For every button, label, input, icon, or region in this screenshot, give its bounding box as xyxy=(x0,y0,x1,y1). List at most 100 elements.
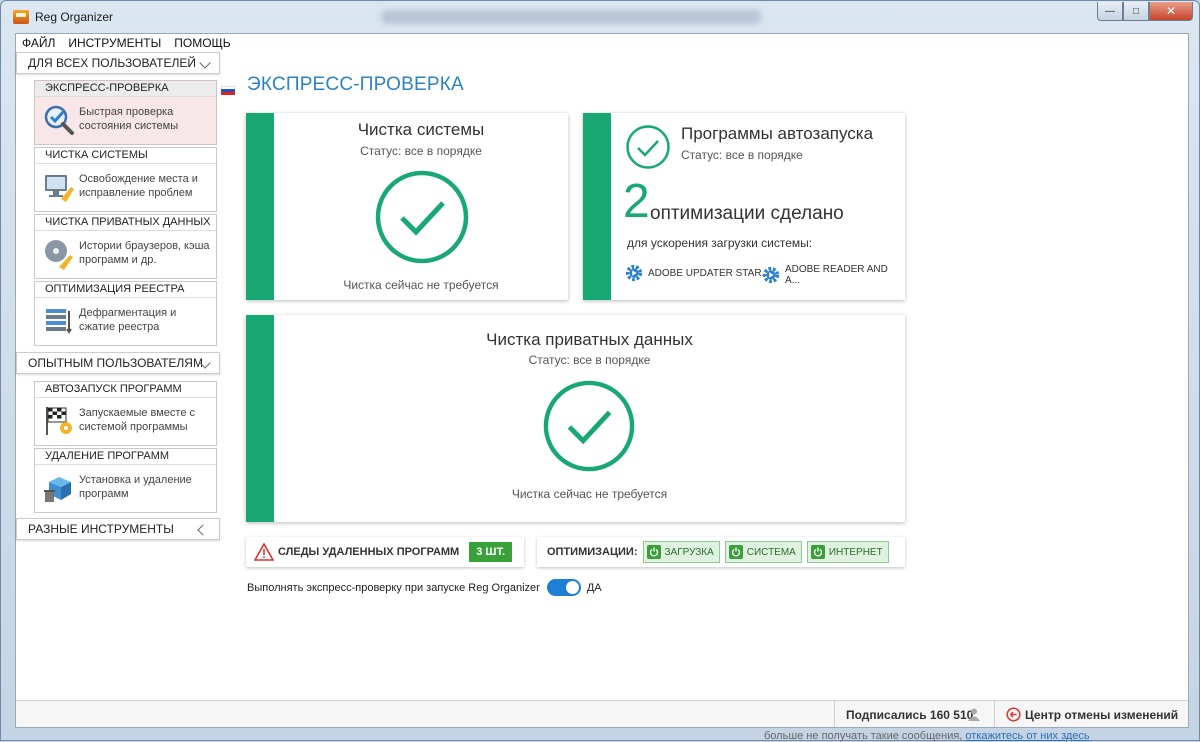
blurred-background-title xyxy=(381,10,761,24)
box-trash-icon xyxy=(44,477,71,502)
card-accent-stripe xyxy=(246,113,274,300)
express-check-on-start-row: Выполнять экспресс-проверку при запуске … xyxy=(247,579,602,596)
sidebar-item-uninstall[interactable]: Удаление программ Установка и удаление п… xyxy=(34,448,217,513)
background-window-text: больше не получать такие сообщения, отка… xyxy=(764,730,1090,742)
undo-center-button[interactable]: Центр отмены изменений xyxy=(1025,708,1178,722)
title-bar[interactable]: Reg Organizer — □ ✕ xyxy=(1,1,1199,33)
warning-icon xyxy=(254,543,274,561)
power-icon xyxy=(728,545,743,559)
card-system-cleanup[interactable]: Чистка системы Статус: все в порядке Чис… xyxy=(246,113,568,300)
optimizations-count: 2 xyxy=(623,175,650,228)
optimization-label: ЗАГРУЗКА xyxy=(664,546,714,558)
registry-icon xyxy=(46,309,72,334)
card-accent-stripe xyxy=(583,113,611,300)
group-expert-users[interactable]: ОПЫТНЫМ ПОЛЬЗОВАТЕЛЯМ xyxy=(16,352,220,374)
tool-title: Экспресс-проверка xyxy=(35,81,216,97)
card-footer: Чистка сейчас не требуется xyxy=(511,487,668,501)
close-button[interactable]: ✕ xyxy=(1149,2,1193,21)
undo-icon xyxy=(1006,707,1021,722)
optimization-internet-button[interactable]: ИНТЕРНЕТ xyxy=(806,541,889,563)
card-title: Чистка приватных данных xyxy=(486,330,693,349)
task-name: ADOBE READER AND A... xyxy=(785,264,888,286)
check-circle-icon xyxy=(543,380,635,472)
flag-gear-icon xyxy=(46,407,72,435)
tool-title: Чистка приватных данных xyxy=(35,215,216,231)
app-window: Reg Organizer — □ ✕ ФАЙЛ ИНСТРУМЕНТЫ ПОМ… xyxy=(0,0,1200,741)
broom-monitor-icon xyxy=(45,175,74,202)
group-misc-tools[interactable]: РАЗНЫЕ ИНСТРУМЕНТЫ xyxy=(16,518,220,540)
leftovers-label: СЛЕДЫ УДАЛЕННЫХ ПРОГРАММ xyxy=(278,546,460,558)
magnifier-check-icon xyxy=(44,105,74,135)
tool-title: Оптимизация реестра xyxy=(35,282,216,298)
app-logo-icon xyxy=(13,10,29,24)
card-status: Статус: все в порядке xyxy=(528,353,651,367)
subscribers-count[interactable]: Подписались 160 510 xyxy=(846,708,973,722)
optimization-boot-button[interactable]: ЗАГРУЗКА xyxy=(642,541,720,563)
express-check-on-start-toggle[interactable] xyxy=(546,579,581,596)
optimizations-subtitle: для ускорения загрузки системы: xyxy=(627,236,813,250)
group-label: ОПЫТНЫМ ПОЛЬЗОВАТЕЛЯМ xyxy=(28,356,203,370)
broom-disk-icon xyxy=(45,240,73,270)
check-circle-icon xyxy=(375,170,469,264)
optimization-label: СИСТЕМА xyxy=(746,546,796,558)
window-title: Reg Organizer xyxy=(35,10,114,24)
sidebar-item-registry-optimization[interactable]: Оптимизация реестра Дефрагментация и сжа… xyxy=(34,281,217,346)
background-text: больше не получать такие сообщения, xyxy=(764,730,963,742)
menu-bar: ФАЙЛ ИНСТРУМЕНТЫ ПОМОЩЬ xyxy=(16,34,1188,52)
autorun-task-item[interactable]: ADOBE UPDATER STAR... xyxy=(625,264,770,282)
toggle-value: ДА xyxy=(586,581,602,594)
card-title: Программы автозапуска xyxy=(681,124,874,143)
express-check-on-start-label: Выполнять экспресс-проверку при запуске … xyxy=(247,581,540,594)
maximize-button[interactable]: □ xyxy=(1123,2,1149,21)
power-icon xyxy=(810,545,825,559)
optimizations-done-label: оптимизации сделано xyxy=(650,203,844,224)
sidebar: ДЛЯ ВСЕХ ПОЛЬЗОВАТЕЛЕЙ Экспресс-проверка… xyxy=(16,52,222,729)
card-footer: Чистка сейчас не требуется xyxy=(343,278,499,292)
tool-description: Истории браузеров, кэша программ и др. xyxy=(79,240,210,266)
power-icon xyxy=(646,545,661,559)
minimize-button[interactable]: — xyxy=(1097,2,1123,21)
sidebar-item-autorun[interactable]: Автозапуск программ Запускаемые вместе с… xyxy=(34,381,217,446)
card-accent-stripe xyxy=(246,315,274,522)
group-all-users[interactable]: ДЛЯ ВСЕХ ПОЛЬЗОВАТЕЛЕЙ xyxy=(16,52,220,74)
status-bar: Подписались 160 510 Центр отмены изменен… xyxy=(16,700,1188,727)
sidebar-item-private-data[interactable]: Чистка приватных данных Истории браузеро… xyxy=(34,214,217,279)
chevron-down-icon xyxy=(199,57,211,69)
page-title: ЭКСПРЕСС-ПРОВЕРКА xyxy=(247,74,464,95)
window-controls: — □ ✕ xyxy=(1097,2,1193,21)
optimizations-label: ОПТИМИЗАЦИИ: xyxy=(547,546,638,558)
user-icon xyxy=(968,708,980,721)
group-label: ДЛЯ ВСЕХ ПОЛЬЗОВАТЕЛЕЙ xyxy=(28,56,197,70)
gear-icon xyxy=(762,266,780,284)
leftovers-panel[interactable]: СЛЕДЫ УДАЛЕННЫХ ПРОГРАММ 3 ШТ. xyxy=(246,537,524,567)
tool-description: Дефрагментация и сжатие реестра xyxy=(79,307,177,333)
tool-description: Быстрая проверка состояния системы xyxy=(79,106,179,132)
optimizations-panel: ОПТИМИЗАЦИИ: ЗАГРУЗКА СИСТЕМА ИНТЕРНЕТ xyxy=(537,537,905,567)
background-unsubscribe-link[interactable]: откажитесь от них здесь xyxy=(965,730,1089,742)
menu-help[interactable]: ПОМОЩЬ xyxy=(174,36,230,50)
optimization-label: ИНТЕРНЕТ xyxy=(828,546,883,558)
autorun-task-item[interactable]: ADOBE READER AND A... xyxy=(762,264,905,286)
tool-title: Автозапуск программ xyxy=(35,382,216,398)
leftovers-count-button[interactable]: 3 ШТ. xyxy=(469,542,512,562)
group-label: РАЗНЫЕ ИНСТРУМЕНТЫ xyxy=(28,522,174,536)
menu-tools[interactable]: ИНСТРУМЕНТЫ xyxy=(68,36,161,50)
optimization-system-button[interactable]: СИСТЕМА xyxy=(724,541,802,563)
tool-description: Освобождение места и исправление проблем xyxy=(79,173,198,199)
gear-icon xyxy=(625,264,643,282)
menu-file[interactable]: ФАЙЛ xyxy=(22,36,55,50)
sidebar-item-express-check[interactable]: Экспресс-проверка Быстрая проверка состо… xyxy=(34,80,217,145)
task-name: ADOBE UPDATER STAR... xyxy=(648,267,770,279)
tool-title: Чистка системы xyxy=(35,148,216,164)
card-title: Чистка системы xyxy=(357,120,485,139)
client-area: ФАЙЛ ИНСТРУМЕНТЫ ПОМОЩЬ ДЛЯ ВСЕХ ПОЛЬЗОВ… xyxy=(15,33,1189,728)
card-autorun[interactable]: Программы автозапуска Статус: все в поря… xyxy=(583,113,905,300)
card-private-data[interactable]: Чистка приватных данных Статус: все в по… xyxy=(246,315,905,522)
sidebar-item-system-cleanup[interactable]: Чистка системы Освобождение места и испр… xyxy=(34,147,217,212)
check-circle-icon xyxy=(626,125,670,169)
status-divider xyxy=(834,701,835,727)
card-status: Статус: все в порядке xyxy=(681,148,803,162)
language-flag-icon[interactable] xyxy=(221,86,235,95)
chevron-left-icon xyxy=(197,524,209,536)
tool-description: Установка и удаление программ xyxy=(79,474,192,500)
